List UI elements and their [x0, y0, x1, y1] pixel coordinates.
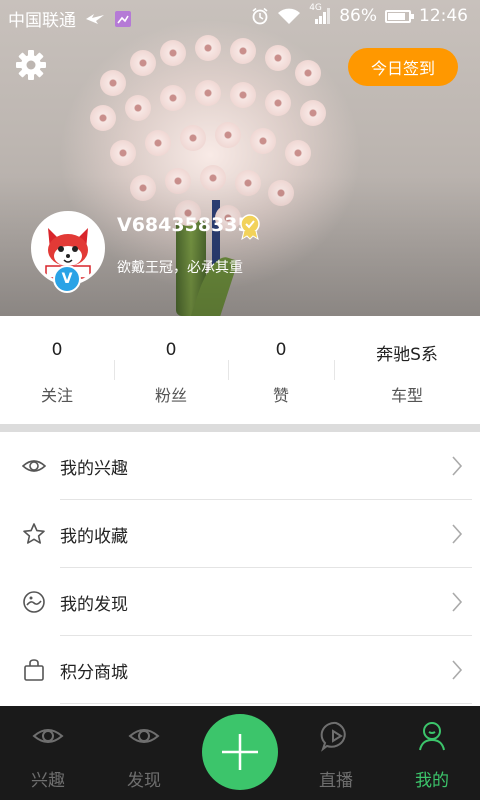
stat-car-model[interactable]: 奔驰S系 车型 [334, 316, 480, 424]
stat-label: 车型 [390, 386, 423, 405]
username: V684358335 [117, 214, 251, 236]
eye-icon [22, 460, 46, 472]
tab-mine[interactable]: 我的 [384, 706, 480, 800]
create-post-button[interactable] [202, 714, 278, 790]
live-chat-icon [320, 721, 346, 752]
chevron-right-icon [452, 592, 463, 612]
clock-time: 12:46 [419, 6, 468, 26]
alarm-clock-icon [252, 7, 268, 25]
tab-label: 发现 [127, 771, 161, 791]
shopping-bag-icon [24, 659, 44, 681]
user-motto: 欲戴王冠，必承其重 [117, 260, 243, 276]
battery-percent: 86% [339, 6, 377, 26]
section-divider [0, 424, 480, 432]
menu-item-my-favorites[interactable]: 我的收藏 [0, 500, 480, 568]
menu-item-label: 我的发现 [60, 595, 128, 615]
menu-item-my-interests[interactable]: 我的兴趣 [0, 432, 480, 500]
stat-likes[interactable]: 0 赞 [228, 316, 334, 424]
stat-followers[interactable]: 0 粉丝 [114, 316, 228, 424]
daily-checkin-button[interactable]: 今日签到 [348, 48, 458, 86]
star-icon [23, 523, 45, 544]
tab-label: 直播 [319, 771, 353, 791]
tab-label: 兴趣 [31, 771, 65, 791]
menu-item-label: 我的兴趣 [60, 459, 128, 479]
tab-live[interactable]: 直播 [288, 706, 384, 800]
stat-following[interactable]: 0 关注 [0, 316, 114, 424]
eye-icon [32, 729, 64, 743]
tab-interests[interactable]: 兴趣 [0, 706, 96, 800]
chevron-right-icon [452, 660, 463, 680]
eye-icon [128, 729, 160, 743]
stat-value: 奔驰S系 [376, 345, 438, 365]
tab-label: 我的 [415, 771, 449, 791]
tab-discover[interactable]: 发现 [96, 706, 192, 800]
chevron-right-icon [452, 456, 463, 476]
discover-icon [23, 591, 45, 613]
verified-badge: V [53, 265, 81, 293]
stat-label: 赞 [272, 386, 289, 405]
stat-label: 关注 [40, 386, 73, 405]
menu-item-label: 我的收藏 [60, 527, 128, 547]
person-icon [419, 722, 445, 751]
stat-value: 0 [275, 340, 287, 360]
menu-item-points-mall[interactable]: 积分商城 [0, 636, 480, 704]
stat-value: 0 [51, 340, 63, 360]
status-bar: 中国联通 4G 86% 12:46 [0, 0, 480, 34]
menu-item-label: 积分商城 [60, 663, 128, 683]
gear-icon[interactable] [14, 48, 48, 82]
stat-value: 0 [165, 340, 177, 360]
plus-icon [222, 734, 258, 770]
swallow-app-icon [86, 13, 104, 24]
stats-bar: 0 关注 0 粉丝 0 赞 奔驰S系 车型 [0, 316, 480, 424]
battery-icon [385, 9, 414, 23]
stat-label: 粉丝 [154, 386, 187, 405]
carrier-name: 中国联通 [8, 11, 76, 31]
wifi-icon [278, 8, 301, 24]
gallery-app-icon [115, 10, 131, 27]
cellular-signal-icon: 4G [309, 3, 331, 25]
profile-menu: 我的兴趣 我的收藏 我的发现 积分商城 [0, 432, 480, 706]
medal-badge-icon [240, 214, 260, 241]
menu-item-my-discoveries[interactable]: 我的发现 [0, 568, 480, 636]
chevron-right-icon [452, 524, 463, 544]
